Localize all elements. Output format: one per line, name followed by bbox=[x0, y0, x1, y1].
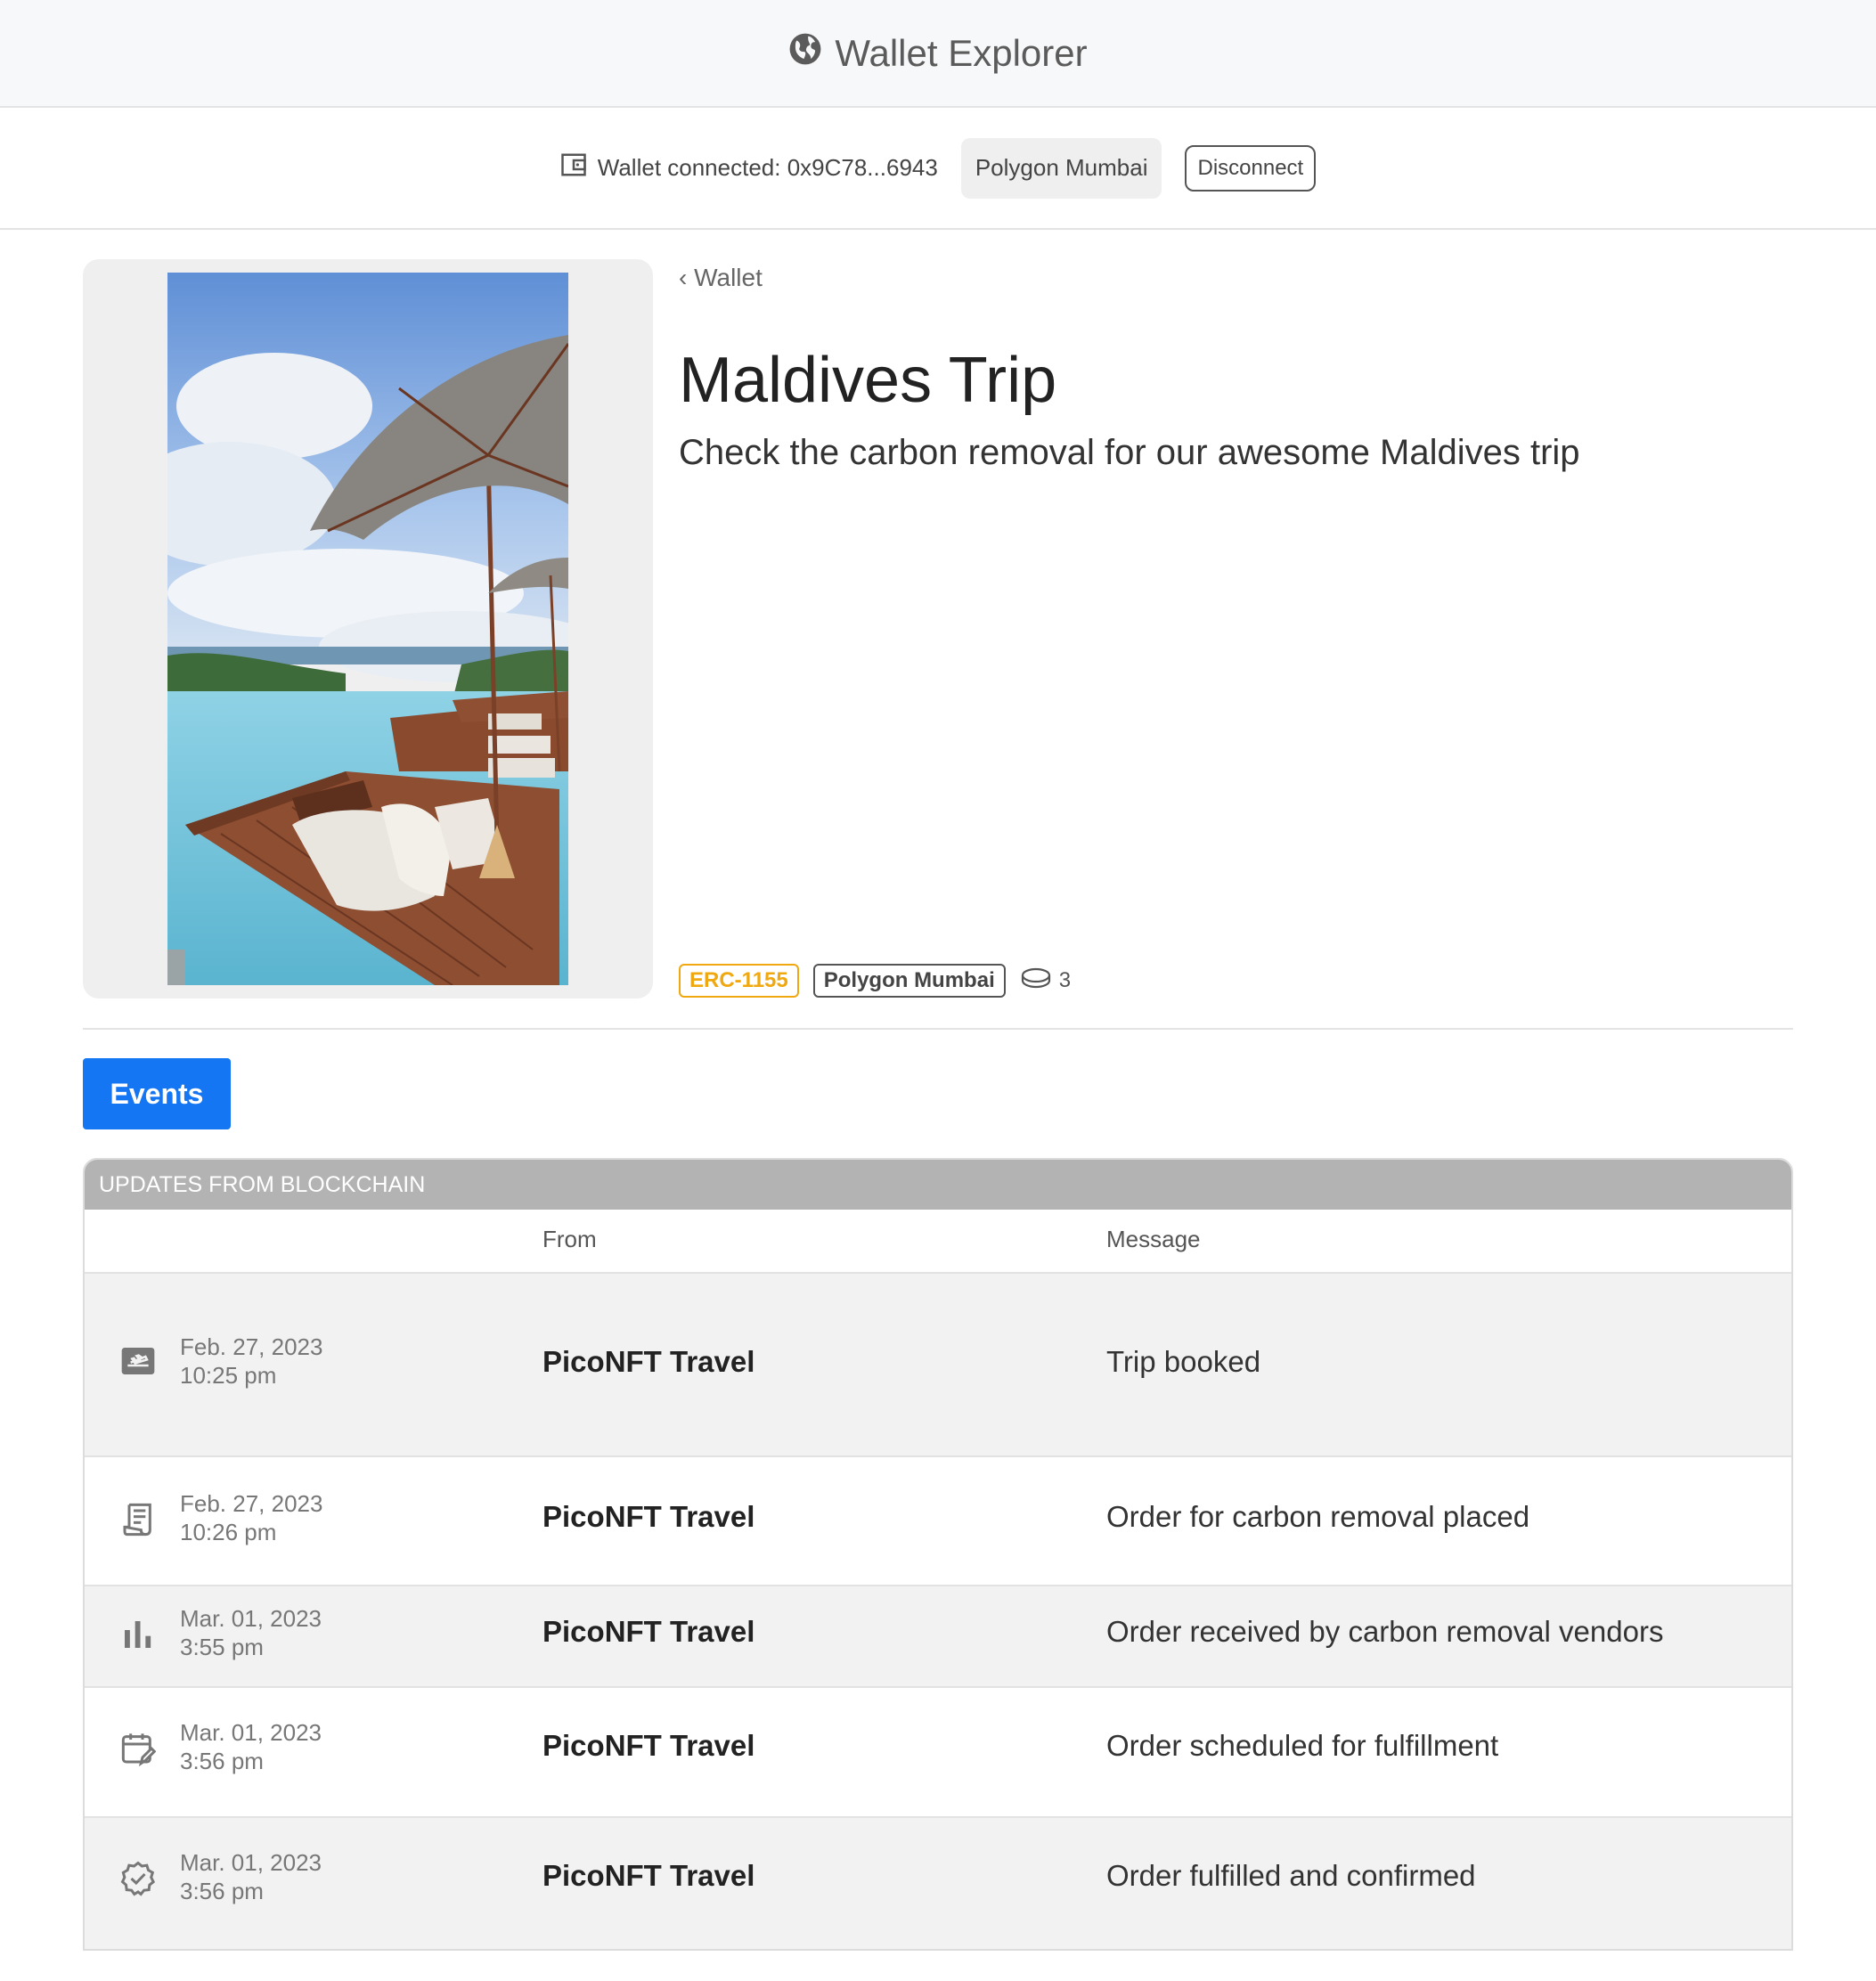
nft-image[interactable] bbox=[167, 273, 568, 985]
bar-chart-icon bbox=[120, 1617, 156, 1652]
event-date: Feb. 27, 2023 bbox=[180, 1333, 323, 1360]
table-row[interactable]: Mar. 01, 2023 3:56 pm PicoNFT Travel Ord… bbox=[85, 1686, 1791, 1816]
supply-value: 3 bbox=[1058, 968, 1072, 992]
event-message: Trip booked bbox=[1106, 1345, 1261, 1378]
nft-title: Maldives Trip bbox=[679, 345, 1057, 416]
event-datetime: Feb. 27, 2023 10:25 pm bbox=[180, 1333, 322, 1390]
verified-badge-icon bbox=[120, 1861, 156, 1896]
event-datetime: Mar. 01, 2023 3:56 pm bbox=[180, 1718, 322, 1775]
section-divider bbox=[83, 1028, 1793, 1030]
event-date: Feb. 27, 2023 bbox=[180, 1490, 323, 1517]
event-time: 3:56 pm bbox=[180, 1878, 264, 1904]
wallet-status-text: Wallet connected: 0x9C78...6943 bbox=[597, 154, 938, 181]
nft-media-card bbox=[83, 259, 653, 999]
token-standard-badge: ERC-1155 bbox=[679, 964, 799, 998]
wallet-status: Wallet connected: 0x9C78...6943 bbox=[560, 151, 938, 184]
events-section-title: UPDATES FROM BLOCKCHAIN bbox=[85, 1160, 1791, 1210]
event-message: Order fulfilled and confirmed bbox=[1106, 1859, 1476, 1892]
app-header: Wallet Explorer bbox=[0, 0, 1876, 108]
table-row[interactable]: Mar. 01, 2023 3:55 pm PicoNFT Travel Ord… bbox=[85, 1585, 1791, 1686]
event-date: Mar. 01, 2023 bbox=[180, 1605, 322, 1632]
event-time: 3:55 pm bbox=[180, 1634, 264, 1660]
column-header-message: Message bbox=[1106, 1226, 1201, 1252]
calendar-edit-icon bbox=[120, 1731, 157, 1767]
event-time: 3:56 pm bbox=[180, 1748, 264, 1774]
event-date: Mar. 01, 2023 bbox=[180, 1719, 322, 1746]
disconnect-button[interactable]: Disconnect bbox=[1185, 144, 1317, 192]
event-from: PicoNFT Travel bbox=[542, 1859, 755, 1892]
event-datetime: Mar. 01, 2023 3:55 pm bbox=[180, 1604, 322, 1661]
wallet-icon bbox=[560, 151, 587, 184]
event-from: PicoNFT Travel bbox=[542, 1500, 755, 1533]
event-message: Order for carbon removal placed bbox=[1106, 1500, 1530, 1533]
events-table: UPDATES FROM BLOCKCHAIN From Message Feb… bbox=[83, 1158, 1793, 1951]
nft-description: Check the carbon removal for our awesome… bbox=[679, 433, 1580, 472]
event-message: Order received by carbon removal vendors bbox=[1106, 1615, 1664, 1648]
column-header-from: From bbox=[542, 1226, 597, 1252]
supply-count: 3 bbox=[1020, 966, 1071, 996]
wallet-bar: Wallet connected: 0x9C78...6943 Polygon … bbox=[0, 108, 1876, 230]
network-badge: Polygon Mumbai bbox=[812, 964, 1006, 998]
event-datetime: Mar. 01, 2023 3:56 pm bbox=[180, 1848, 322, 1905]
events-table-header: From Message bbox=[85, 1210, 1791, 1272]
receipt-icon bbox=[120, 1502, 156, 1537]
nft-badges: ERC-1155 Polygon Mumbai 3 bbox=[679, 964, 1071, 998]
event-datetime: Feb. 27, 2023 10:26 pm bbox=[180, 1489, 322, 1546]
tab-events[interactable]: Events bbox=[83, 1058, 231, 1129]
coins-icon bbox=[1020, 966, 1052, 996]
event-time: 10:25 pm bbox=[180, 1362, 277, 1389]
event-time: 10:26 pm bbox=[180, 1519, 277, 1545]
app-title: Wallet Explorer bbox=[835, 31, 1088, 74]
event-from: PicoNFT Travel bbox=[542, 1729, 755, 1762]
event-from: PicoNFT Travel bbox=[542, 1615, 755, 1648]
table-row[interactable]: Mar. 01, 2023 3:56 pm PicoNFT Travel Ord… bbox=[85, 1816, 1791, 1949]
event-message: Order scheduled for fulfillment bbox=[1106, 1729, 1499, 1762]
event-date: Mar. 01, 2023 bbox=[180, 1849, 322, 1876]
flight-takeoff-icon bbox=[120, 1343, 156, 1379]
back-to-wallet-link[interactable]: ‹ Wallet bbox=[679, 264, 763, 292]
table-row[interactable]: Feb. 27, 2023 10:25 pm PicoNFT Travel Tr… bbox=[85, 1272, 1791, 1455]
globe-icon bbox=[788, 32, 822, 75]
brand[interactable]: Wallet Explorer bbox=[788, 31, 1088, 75]
network-selector[interactable]: Polygon Mumbai bbox=[960, 137, 1162, 199]
event-from: PicoNFT Travel bbox=[542, 1345, 755, 1378]
table-row[interactable]: Feb. 27, 2023 10:26 pm PicoNFT Travel Or… bbox=[85, 1455, 1791, 1585]
